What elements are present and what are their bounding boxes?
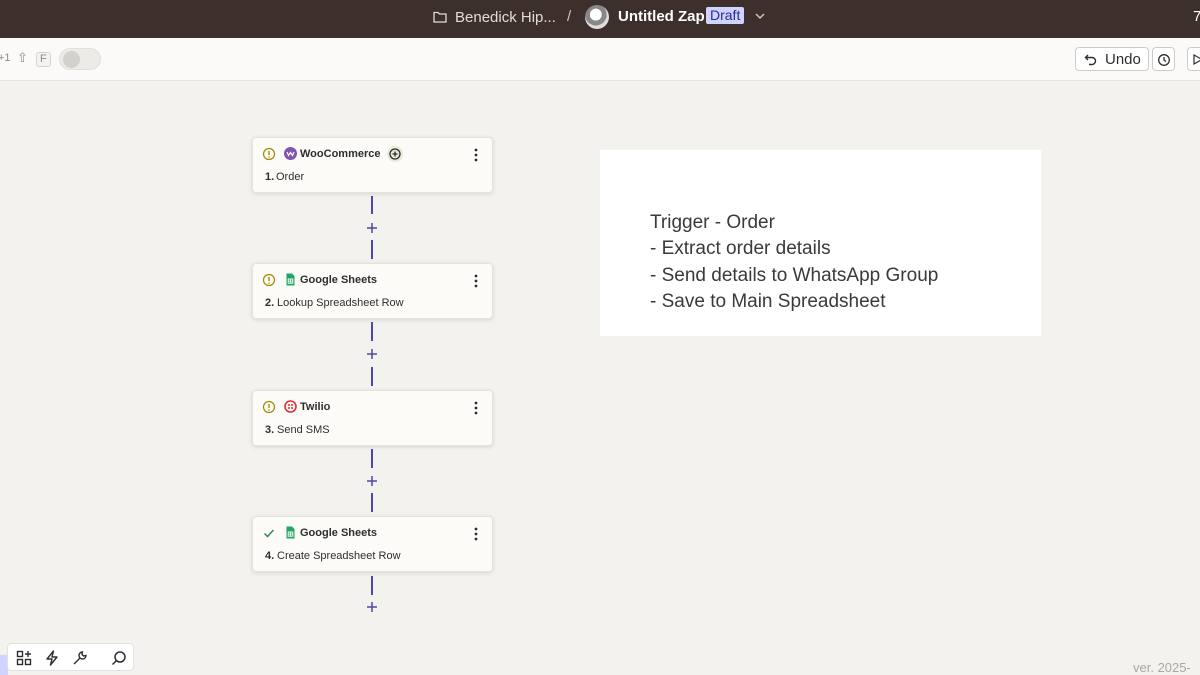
note-line: - Extract order details (650, 238, 831, 259)
warning-icon (262, 400, 276, 414)
history-icon (1158, 54, 1170, 66)
header-right-text: 7 (1193, 8, 1200, 25)
more-options-icon[interactable] (469, 526, 483, 542)
shortcut-key: F (36, 52, 51, 67)
step-number: 4. (265, 550, 275, 562)
step-card-3[interactable]: Twilio 3. Send SMS (252, 390, 493, 446)
step-title: Lookup Spreadsheet Row (277, 297, 404, 309)
warning-icon (262, 273, 276, 287)
history-button[interactable] (1152, 47, 1175, 71)
status-badge: Draft (706, 7, 745, 24)
zap-title[interactable]: Untitled Zap (618, 8, 705, 25)
editor-toolbar: +1 ⇧ F Undo (0, 38, 1200, 81)
app-name: Google Sheets (300, 274, 378, 286)
note-line: Trigger - Order (650, 212, 775, 233)
app-name: Twilio (300, 401, 331, 413)
app-name: Google Sheets (300, 527, 378, 539)
step-connector (371, 367, 373, 386)
top-bar: Benedick Hip... / Untitled Zap Draft 7 (0, 0, 1200, 38)
play-icon (1193, 54, 1200, 65)
step-connector (371, 322, 373, 341)
undo-label: Undo (1105, 51, 1141, 68)
add-filter-icon[interactable] (387, 146, 403, 162)
chevron-down-icon[interactable] (754, 10, 766, 22)
step-number: 3. (265, 424, 275, 436)
more-options-icon[interactable] (469, 400, 483, 416)
add-step-icon[interactable] (366, 475, 378, 487)
undo-icon (1084, 54, 1097, 66)
add-step-icon[interactable] (366, 348, 378, 360)
google-sheets-icon (286, 526, 295, 539)
step-card-1[interactable]: WooCommerce 1. Order (252, 137, 493, 193)
shift-key-icon: ⇧ (17, 50, 28, 65)
folder-icon (433, 11, 447, 23)
search-icon[interactable] (111, 650, 127, 666)
version-label: ver. 2025- (1133, 660, 1191, 675)
toggle-switch[interactable] (59, 48, 101, 70)
step-connector (371, 240, 373, 259)
app-name: WooCommerce (300, 148, 381, 160)
apps-icon[interactable] (16, 650, 32, 666)
more-options-icon[interactable] (469, 147, 483, 163)
breadcrumb-separator: / (567, 8, 572, 25)
step-title: Create Spreadsheet Row (277, 550, 401, 562)
step-title: Send SMS (277, 424, 330, 436)
wrench-icon[interactable] (72, 650, 88, 666)
add-step-icon[interactable] (366, 222, 378, 234)
woocommerce-icon (284, 147, 297, 160)
step-connector (371, 576, 373, 595)
shortcut-hint: +1 (0, 52, 11, 64)
step-connector (371, 196, 373, 214)
note-line: - Save to Main Spreadsheet (650, 291, 886, 312)
step-card-4[interactable]: Google Sheets 4. Create Spreadsheet Row (252, 516, 493, 572)
add-step-icon[interactable] (366, 601, 378, 613)
avatar[interactable] (585, 5, 609, 29)
warning-icon (262, 147, 276, 161)
step-connector (371, 449, 373, 468)
toggle-knob (63, 51, 80, 68)
step-title: Order (276, 171, 305, 183)
step-number: 1. (265, 171, 275, 183)
note-line: - Send details to WhatsApp Group (650, 265, 939, 286)
google-sheets-icon (286, 273, 295, 286)
lightning-icon[interactable] (44, 650, 60, 666)
checkmark-icon (263, 529, 275, 538)
undo-button[interactable]: Undo (1075, 47, 1149, 71)
canvas-note[interactable]: Trigger - Order - Extract order details … (600, 150, 1041, 336)
step-card-2[interactable]: Google Sheets 2. Lookup Spreadsheet Row (252, 263, 493, 319)
step-connector (371, 493, 373, 512)
step-number: 2. (265, 297, 275, 309)
folder-link[interactable]: Benedick Hip... (455, 9, 556, 26)
canvas-tools (7, 643, 134, 671)
twilio-icon (284, 400, 297, 413)
test-run-button[interactable] (1187, 47, 1200, 71)
more-options-icon[interactable] (469, 273, 483, 289)
